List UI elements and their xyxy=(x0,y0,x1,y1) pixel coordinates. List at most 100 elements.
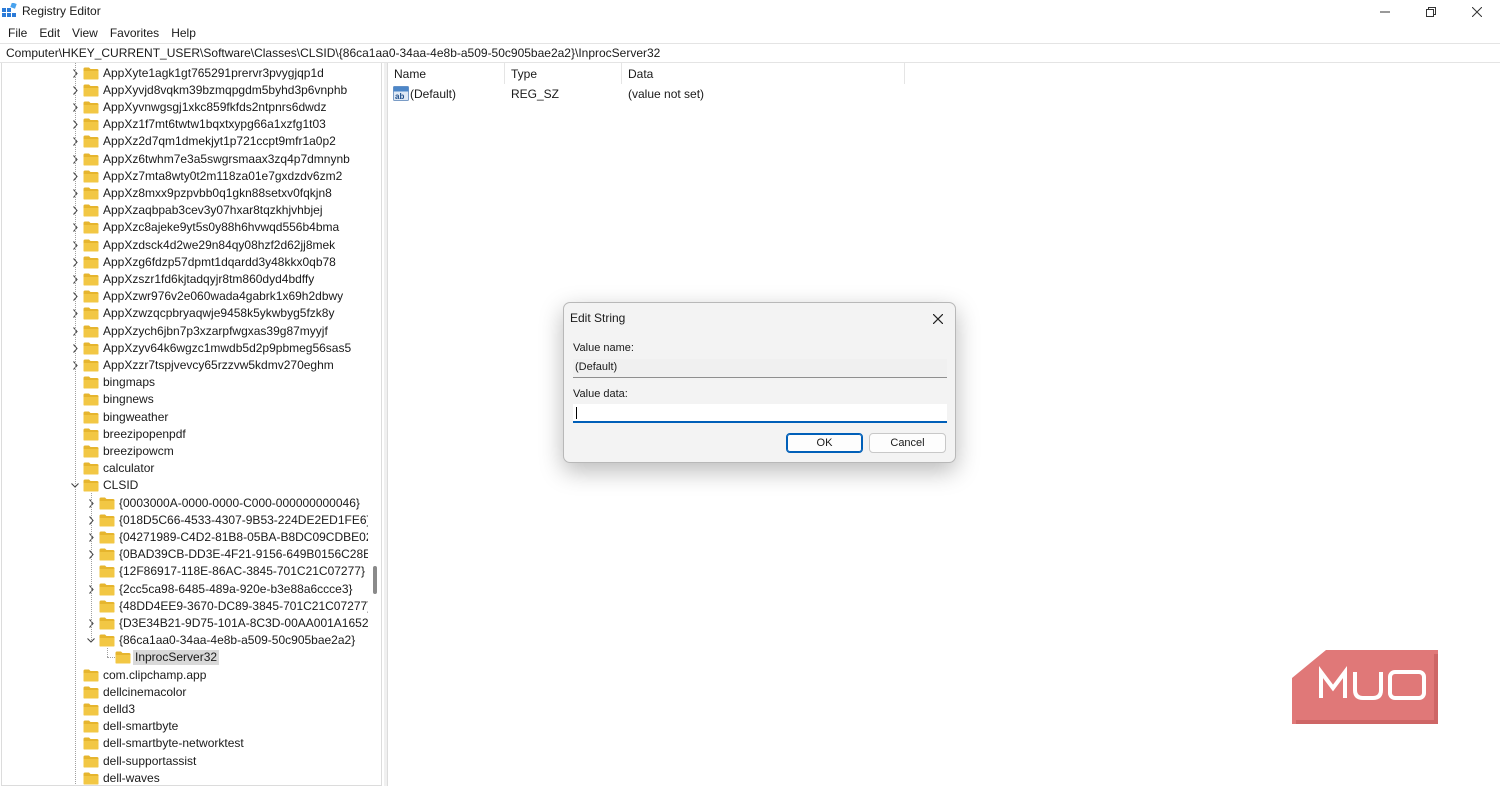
tree-item-label: calculator xyxy=(103,461,155,476)
cancel-button[interactable]: Cancel xyxy=(869,433,946,453)
folder-icon xyxy=(83,170,99,183)
folder-icon xyxy=(83,84,99,97)
tree-item[interactable]: {86ca1aa0-34aa-4e8b-a509-50c905bae2a2} xyxy=(2,632,368,649)
address-bar[interactable]: Computer\HKEY_CURRENT_USER\Software\Clas… xyxy=(0,43,1500,63)
menu-edit[interactable]: Edit xyxy=(33,23,66,43)
tree-item[interactable]: InprocServer32 xyxy=(2,649,368,666)
folder-icon xyxy=(83,342,99,355)
tree-item[interactable]: AppXz6twhm7e3a5swgrsmaax3zq4p7dmnynb xyxy=(2,151,368,168)
tree-item[interactable]: {0003000A-0000-0000-C000-000000000046} xyxy=(2,495,368,512)
dialog-close-button[interactable] xyxy=(925,308,951,330)
folder-icon xyxy=(99,583,115,595)
tree-item[interactable]: AppXz7mta8wty0t2m118za01e7gxdzdv6zm2 xyxy=(2,168,368,185)
tree-item[interactable]: AppXzszr1fd6kjtadqyjr8tm860dyd4bdffy xyxy=(2,271,368,288)
folder-icon xyxy=(115,651,131,664)
tree-guide-line xyxy=(107,648,108,658)
tree-item-label: AppXyte1agk1gt765291prervr3pvygjqp1d xyxy=(103,65,324,80)
tree-item[interactable]: com.clipchamp.app xyxy=(2,667,368,684)
tree-item[interactable]: CLSID xyxy=(2,477,368,494)
tree-item-label: AppXzych6jbn7p3xzarpfwgxas39g87myyjf xyxy=(103,323,328,338)
folder-icon xyxy=(83,153,99,165)
tree-item-label: delld3 xyxy=(103,701,136,716)
tree-item[interactable]: AppXzwr976v2e060wada4gabrk1x69h2dbwy xyxy=(2,288,368,305)
tree-item[interactable]: bingmaps xyxy=(2,374,368,391)
tree-item-label: {018D5C66-4533-4307-9B53-224DE2ED1FE6} xyxy=(119,512,371,527)
tree-item-label: {2cc5ca98-6485-489a-920e-b3e88a6ccce3} xyxy=(119,581,353,596)
tree-item-label: {04271989-C4D2-81B8-05BA-B8DC09CDBE02} xyxy=(119,529,377,544)
folder-icon xyxy=(99,565,115,578)
folder-icon xyxy=(99,548,115,561)
tree-item[interactable]: AppXz2d7qm1dmekjyt1p721ccpt9mfr1a0p2 xyxy=(2,133,368,150)
tree-item[interactable]: bingnews xyxy=(2,391,368,408)
tree-item[interactable]: AppXzych6jbn7p3xzarpfwgxas39g87myyjf xyxy=(2,323,368,340)
tree-item[interactable]: {018D5C66-4533-4307-9B53-224DE2ED1FE6} xyxy=(2,512,371,529)
tree-item[interactable]: {2cc5ca98-6485-489a-920e-b3e88a6ccce3} xyxy=(2,581,368,598)
value-data-input[interactable] xyxy=(573,404,947,423)
menu-file[interactable]: File xyxy=(2,23,33,43)
tree-item-label: AppXz1f7mt6twtw1bqxtxypg66a1xzfg1t03 xyxy=(103,117,326,132)
tree-scrollbar-thumb[interactable] xyxy=(373,566,377,594)
tree-item[interactable]: dell-waves xyxy=(2,770,368,785)
menu-view[interactable]: View xyxy=(66,23,104,43)
folder-icon xyxy=(83,411,99,423)
column-header-data[interactable]: Data xyxy=(622,63,905,84)
tree-item[interactable]: breezipopenpdf xyxy=(2,426,368,443)
column-header-name[interactable]: Name xyxy=(388,63,505,84)
tree-item[interactable]: AppXyvjd8vqkm39bzmqpgdm5byhd3p6vnphb xyxy=(2,82,368,99)
tree-item-label: dell-smartbyte xyxy=(103,719,179,734)
folder-icon xyxy=(83,445,99,458)
tree-item[interactable]: AppXzwzqcpbryaqwje9458k5ykwbyg5fzk8y xyxy=(2,305,368,322)
tree-item[interactable]: AppXzg6fdzp57dpmt1dqardd3y48kkx0qb78 xyxy=(2,254,368,271)
minimize-button[interactable] xyxy=(1362,0,1408,23)
menu-favorites[interactable]: Favorites xyxy=(104,23,165,43)
tree-item[interactable]: AppXz8mxx9pzpvbb0q1gkn88setxv0fqkjn8 xyxy=(2,185,368,202)
tree-item-label: {86ca1aa0-34aa-4e8b-a509-50c905bae2a2} xyxy=(119,633,356,648)
column-header-type[interactable]: Type xyxy=(505,63,622,84)
maximize-button[interactable] xyxy=(1408,0,1454,23)
tree-item-label: AppXzszr1fd6kjtadqyjr8tm860dyd4bdffy xyxy=(103,271,315,286)
tree-item[interactable]: AppXzc8ajeke9yt5s0y88h6hvwqd556b4bma xyxy=(2,219,368,236)
tree-scrollbar[interactable] xyxy=(368,63,381,785)
tree-item[interactable]: AppXzzr7tspjvevcy65rzzvw5kdmv270eghm xyxy=(2,357,368,374)
tree-item[interactable]: {12F86917-118E-86AC-3845-701C21C07277} xyxy=(2,563,368,580)
tree-item-label: {0BAD39CB-DD3E-4F21-9156-649B0156C28E} xyxy=(119,547,376,562)
folder-icon xyxy=(83,393,99,406)
folder-icon xyxy=(99,600,115,613)
minimize-icon xyxy=(1380,11,1390,12)
tree-item[interactable]: AppXyvnwgsgj1xkc859fkfds2ntpnrs6dwdz xyxy=(2,99,368,116)
tree-item[interactable]: AppXzaqbpab3cev3y07hxar8tqzkhjvhbjej xyxy=(2,202,368,219)
tree-item-label: InprocServer32 xyxy=(133,650,220,666)
tree-item[interactable]: dellcinemacolor xyxy=(2,684,368,701)
close-button[interactable] xyxy=(1454,0,1500,23)
tree-item[interactable]: breezipowcm xyxy=(2,443,368,460)
tree-item-label: AppXzaqbpab3cev3y07hxar8tqzkhjvhbjej xyxy=(103,203,323,218)
tree-item[interactable]: dell-supportassist xyxy=(2,753,368,770)
registry-tree[interactable]: AppXyte1agk1gt765291prervr3pvygjqp1d AppX… xyxy=(1,63,382,786)
tree-item[interactable]: {48DD4EE9-3670-DC89-3845-701C21C07277} xyxy=(2,598,371,615)
folder-icon xyxy=(83,101,99,114)
tree-item[interactable]: delld3 xyxy=(2,701,368,718)
tree-item[interactable]: {0BAD39CB-DD3E-4F21-9156-649B0156C28E} xyxy=(2,546,375,563)
folder-icon xyxy=(83,256,99,269)
tree-item[interactable]: AppXzdsck4d2we29n84qy08hzf2d62jj8mek xyxy=(2,237,368,254)
tree-item[interactable]: dell-smartbyte-networktest xyxy=(2,735,368,752)
folder-icon xyxy=(83,135,99,148)
tree-item[interactable]: dell-smartbyte xyxy=(2,718,368,735)
tree-item[interactable]: AppXzyv64k6wgzc1mwdb5d2p9pbmeg56sas5 xyxy=(2,340,368,357)
tree-item-label: bingmaps xyxy=(103,375,156,390)
tree-item-label: bingnews xyxy=(103,392,154,407)
list-header: Name Type Data xyxy=(388,63,1500,84)
tree-item-label: {0003000A-0000-0000-C000-000000000046} xyxy=(119,495,360,510)
tree-item[interactable]: {D3E34B21-9D75-101A-8C3D-00AA001A1652} xyxy=(2,615,373,632)
tree-item[interactable]: calculator xyxy=(2,460,368,477)
tree-item[interactable]: AppXz1f7mt6twtw1bqxtxypg66a1xzfg1t03 xyxy=(2,116,368,133)
folder-icon xyxy=(83,273,99,286)
svg-text:ab: ab xyxy=(395,92,404,101)
menu-help[interactable]: Help xyxy=(165,23,202,43)
tree-item[interactable]: {04271989-C4D2-81B8-05BA-B8DC09CDBE02} xyxy=(2,529,377,546)
tree-item[interactable]: AppXyte1agk1gt765291prervr3pvygjqp1d xyxy=(2,65,368,82)
folder-icon xyxy=(83,118,99,131)
list-item[interactable]: ab (Default) REG_SZ (value not set) xyxy=(388,85,988,103)
ok-button[interactable]: OK xyxy=(786,433,863,453)
tree-item[interactable]: bingweather xyxy=(2,409,368,426)
